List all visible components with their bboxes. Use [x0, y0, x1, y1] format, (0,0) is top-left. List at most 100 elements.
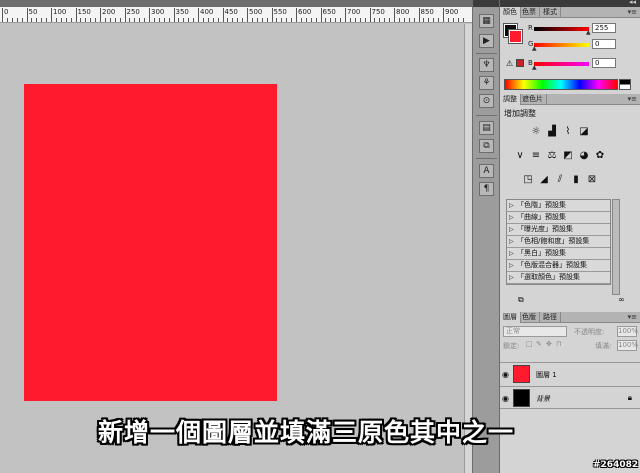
collapse-icon[interactable]: ◂◂	[629, 0, 636, 6]
color-spectrum-ramp[interactable]	[504, 79, 618, 90]
photo-filter-icon[interactable]: ◕	[578, 150, 590, 162]
panel-menu-icon[interactable]: ▾≡	[628, 95, 637, 103]
expand-triangle-icon[interactable]: ▷	[509, 260, 514, 271]
channel-r-thumb[interactable]: ▲	[586, 29, 591, 36]
gamut-swatch[interactable]	[516, 59, 524, 67]
fill-input[interactable]: 100%	[617, 340, 638, 351]
ruler-major-tick	[369, 8, 371, 22]
tab-styles[interactable]: 樣式	[540, 7, 561, 18]
histogram-icon[interactable]: ▦	[479, 14, 494, 28]
clip-icon[interactable]: ⧉	[518, 295, 524, 305]
ruler-major-tick	[271, 8, 273, 22]
ruler-minor-tick	[447, 18, 449, 22]
panel-menu-icon[interactable]: ▾≡	[628, 8, 637, 16]
tab-swatches[interactable]: 色票	[519, 7, 540, 18]
vertical-scrollbar[interactable]	[464, 24, 472, 473]
opacity-label: 不透明度:	[574, 328, 605, 336]
expand-triangle-icon[interactable]: ▷	[509, 248, 514, 259]
blend-row: 正常 不透明度: 100%	[502, 326, 638, 338]
gamut-warning-icon[interactable]: ⚠	[506, 59, 513, 68]
brightness-icon[interactable]: ☼	[530, 126, 542, 138]
channel-b-thumb[interactable]: ▲	[532, 64, 537, 71]
preset-item[interactable]: ▷ 「色階」預設集	[507, 200, 610, 212]
visibility-eye-icon[interactable]: ◉	[502, 394, 509, 403]
lock-position-icon[interactable]: ✥	[546, 340, 552, 348]
opacity-input[interactable]: 100%	[617, 326, 638, 337]
hue-saturation-icon[interactable]: ≡	[530, 150, 542, 162]
levels-icon[interactable]: ▟	[546, 126, 558, 138]
selective-color-icon[interactable]: ⊠	[586, 174, 598, 186]
exposure-icon[interactable]: ◪	[578, 126, 590, 138]
info-icon[interactable]: ▤	[479, 121, 494, 135]
lock-pixels-icon[interactable]: ✎	[536, 340, 542, 348]
visibility-eye-icon[interactable]: ◉	[502, 370, 509, 379]
lock-transparency-icon[interactable]: □	[526, 340, 533, 348]
ruler-label: 600	[298, 8, 312, 16]
tab-masks[interactable]: 遮色片	[519, 94, 547, 105]
lock-all-icon[interactable]: ⊓	[556, 340, 561, 348]
black-white-ramp[interactable]	[619, 79, 631, 90]
lock-icon: 🔒︎	[627, 393, 632, 402]
color-balance-icon[interactable]: ⚖	[546, 150, 558, 162]
preset-item[interactable]: ▷ 「曝光度」預設集	[507, 224, 610, 236]
channel-r-slider[interactable]	[534, 27, 589, 31]
actions-icon[interactable]: ▶	[479, 34, 494, 48]
preset-scrollbar[interactable]	[612, 199, 620, 295]
channel-g-slider[interactable]	[534, 43, 589, 47]
layer-row[interactable]: ◉ 圖層 1	[500, 362, 640, 385]
link-icon[interactable]: ∞	[618, 295, 625, 304]
clone-source-icon[interactable]: ⚘	[479, 76, 494, 90]
panel-menu-icon[interactable]: ▾≡	[628, 313, 637, 321]
expand-triangle-icon[interactable]: ▷	[509, 272, 514, 283]
curves-icon[interactable]: ⌇	[562, 126, 574, 138]
ruler-minor-tick	[374, 18, 376, 22]
ruler-minor-tick	[433, 18, 435, 22]
expand-triangle-icon[interactable]: ▷	[509, 236, 514, 247]
tab-channels[interactable]: 色版	[519, 312, 540, 323]
preset-label: 「色版混合器」預設集	[517, 261, 587, 269]
tab-layers[interactable]: 圖層	[500, 312, 521, 323]
black-white-icon[interactable]: ◩	[562, 150, 574, 162]
expand-triangle-icon[interactable]: ▷	[509, 200, 514, 211]
preset-item[interactable]: ▷ 「色相/飽和度」預設集	[507, 236, 610, 248]
gradient-map-icon[interactable]: ▮	[570, 174, 582, 186]
channel-b-input[interactable]: 0	[592, 58, 616, 68]
ruler-label: 400	[200, 8, 214, 16]
channel-r-input[interactable]: 255	[592, 23, 616, 33]
document-canvas[interactable]	[24, 84, 277, 401]
preset-list: ▷ 「色階」預設集 ▷ 「曲線」預設集 ▷ 「曝光度」預設集 ▷ 「色相/飽和度」預設集 ▷ 「黑…	[506, 199, 611, 285]
posterize-icon[interactable]: ◢	[538, 174, 550, 186]
tab-color[interactable]: 顏色	[500, 7, 521, 18]
threshold-icon[interactable]: ⫽	[554, 174, 566, 186]
layer-row[interactable]: ◉ 背景 🔒︎	[500, 386, 640, 409]
character-icon[interactable]: A	[479, 164, 494, 178]
layer-name[interactable]: 背景	[536, 394, 550, 404]
ruler-label: 50	[28, 8, 38, 16]
preset-item[interactable]: ▷ 「色版混合器」預設集	[507, 260, 610, 272]
navigator-icon[interactable]: ⧉	[479, 139, 494, 153]
layer-name[interactable]: 圖層 1	[536, 370, 557, 380]
invert-icon[interactable]: ◳	[522, 174, 534, 186]
channel-b-slider[interactable]	[534, 62, 589, 66]
blend-mode-select[interactable]: 正常	[503, 326, 567, 337]
ruler-minor-tick	[354, 18, 356, 22]
lock-row: 鎖定: □ ✎ ✥ ⊓ 填滿: 100%	[502, 340, 638, 352]
expand-triangle-icon[interactable]: ▷	[509, 212, 514, 223]
brush-icon[interactable]: ♆	[479, 58, 494, 72]
tab-adjustments[interactable]: 調整	[500, 94, 521, 105]
paragraph-icon[interactable]: ¶	[479, 182, 494, 196]
tab-paths[interactable]: 路徑	[540, 312, 561, 323]
ruler-major-tick	[75, 8, 77, 22]
channel-g-input[interactable]: 0	[592, 39, 616, 49]
preset-item[interactable]: ▷ 「曲線」預設集	[507, 212, 610, 224]
ruler-minor-tick	[6, 18, 8, 22]
background-color-swatch[interactable]	[508, 29, 523, 44]
ruler-minor-tick	[256, 18, 258, 22]
tool-presets-icon[interactable]: ⊙	[479, 94, 494, 108]
preset-item[interactable]: ▷ 「黑白」預設集	[507, 248, 610, 260]
vibrance-icon[interactable]: ∨	[514, 150, 526, 162]
channel-mixer-icon[interactable]: ✿	[594, 150, 606, 162]
channel-g-thumb[interactable]: ▲	[532, 45, 537, 52]
expand-triangle-icon[interactable]: ▷	[509, 224, 514, 235]
preset-item[interactable]: ▷ 「選取顏色」預設集	[507, 272, 610, 284]
